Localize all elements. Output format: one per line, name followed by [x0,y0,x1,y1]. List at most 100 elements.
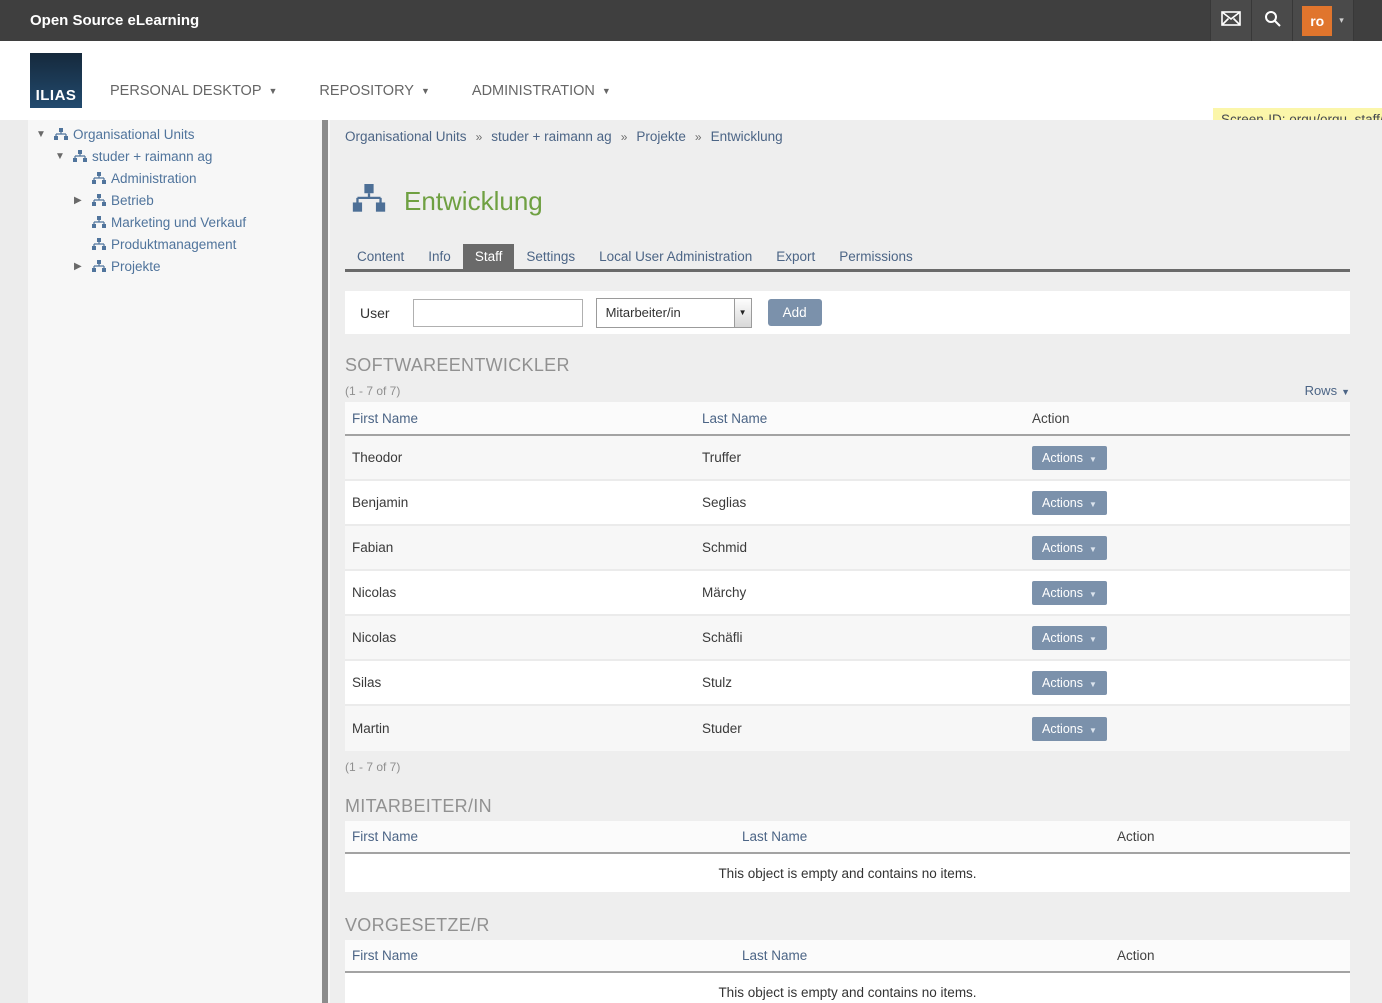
vorgesetzte-table: First Name Last Name Action This object … [345,940,1350,1003]
sidebar-tree-panel: ▼ Organisational Units ▼ studer + raiman… [0,120,330,1003]
actions-button[interactable]: Actions▼ [1032,671,1107,695]
sort-last-name[interactable]: Last Name [735,948,1110,963]
chevron-down-icon: ▼ [1089,545,1097,554]
orgunit-icon-large [352,184,386,219]
first-name-cell: Benjamin [345,495,695,510]
column-action: Action [1025,411,1350,426]
tab-local-user-administration[interactable]: Local User Administration [587,244,764,269]
sidebar-scrollbar[interactable] [322,120,328,1003]
expand-icon[interactable]: ▶ [74,195,88,206]
nav-repository[interactable]: REPOSITORY ▼ [319,83,429,99]
tree-item-organisational-units[interactable]: ▼ Organisational Units [0,123,330,145]
orgunit-icon [54,128,68,141]
orgunit-icon [92,216,106,229]
actions-button[interactable]: Actions▼ [1032,536,1107,560]
last-name-cell: Seglias [695,495,1025,510]
main-area: ▼ Organisational Units ▼ studer + raiman… [0,120,1382,1003]
table-row: Theodor Truffer Actions▼ [345,436,1350,481]
search-button[interactable] [1251,0,1292,41]
tab-export[interactable]: Export [764,244,827,269]
first-name-cell: Nicolas [345,630,695,645]
main-nav: PERSONAL DESKTOP ▼ REPOSITORY ▼ ADMINIST… [110,83,611,99]
collapse-icon[interactable]: ▼ [36,129,50,140]
orgunit-icon [92,172,106,185]
content-area: Organisational Units » studer + raimann … [330,120,1382,1003]
avatar: ro [1302,6,1332,36]
actions-button[interactable]: Actions▼ [1032,626,1107,650]
empty-state-message: This object is empty and contains no ite… [345,854,1350,892]
chevron-down-icon: ▼ [734,299,751,327]
chevron-down-icon: ▼ [421,86,430,96]
ilias-logo[interactable]: ILIAS [30,53,82,108]
tree-item-projekte[interactable]: ▶ Projekte [0,255,330,277]
table-row: Nicolas Schäfli Actions▼ [345,616,1350,661]
tab-bar: Content Info Staff Settings Local User A… [345,244,1350,272]
expand-icon[interactable]: ▶ [74,261,88,272]
main-header: ILIAS PERSONAL DESKTOP ▼ REPOSITORY ▼ AD… [0,41,1382,120]
chevron-down-icon: ▼ [1089,635,1097,644]
orgunit-icon [73,150,87,163]
top-bar: Open Source eLearning ro ▾ [0,0,1382,41]
chevron-down-icon: ▾ [1339,15,1344,26]
first-name-cell: Nicolas [345,585,695,600]
sort-first-name[interactable]: First Name [345,948,735,963]
nav-personal-desktop[interactable]: PERSONAL DESKTOP ▼ [110,83,277,99]
actions-button[interactable]: Actions▼ [1032,446,1107,470]
nav-administration[interactable]: ADMINISTRATION ▼ [472,83,611,99]
chevron-down-icon: ▼ [1089,500,1097,509]
tab-permissions[interactable]: Permissions [827,244,925,269]
tree-item-marketing-und-verkauf[interactable]: Marketing und Verkauf [0,211,330,233]
first-name-cell: Theodor [345,450,695,465]
tab-content[interactable]: Content [345,244,416,269]
tab-settings[interactable]: Settings [514,244,587,269]
tree-item-produktmanagement[interactable]: Produktmanagement [0,233,330,255]
mitarbeiter-table: First Name Last Name Action This object … [345,821,1350,892]
sort-first-name[interactable]: First Name [345,829,735,844]
first-name-cell: Silas [345,675,695,690]
orgunit-icon [92,238,106,251]
app-title: Open Source eLearning [30,12,199,29]
last-name-cell: Schmid [695,540,1025,555]
sort-last-name[interactable]: Last Name [735,829,1110,844]
tab-info[interactable]: Info [416,244,463,269]
tree-item-studer-raimann[interactable]: ▼ studer + raimann ag [0,145,330,167]
breadcrumb-link[interactable]: Entwicklung [711,129,783,144]
collapse-icon[interactable]: ▼ [55,151,69,162]
chevron-down-icon: ▼ [1341,387,1350,397]
first-name-cell: Martin [345,721,695,736]
orgunit-icon [92,194,106,207]
actions-button[interactable]: Actions▼ [1032,717,1107,741]
user-menu[interactable]: ro ▾ [1292,0,1354,41]
table-row: Martin Studer Actions▼ [345,706,1350,751]
tab-staff[interactable]: Staff [463,244,515,269]
breadcrumb-link[interactable]: studer + raimann ag [491,129,611,144]
breadcrumb-link[interactable]: Projekte [636,129,686,144]
actions-button[interactable]: Actions▼ [1032,581,1107,605]
pagination-range-bottom: (1 - 7 of 7) [345,760,1350,774]
role-select[interactable]: Mitarbeiter/in ▼ [596,298,752,328]
last-name-cell: Märchy [695,585,1025,600]
pagination-range: (1 - 7 of 7) [345,384,400,398]
add-button[interactable]: Add [768,299,822,326]
sort-last-name[interactable]: Last Name [695,411,1025,426]
chevron-down-icon: ▼ [1089,726,1097,735]
table-row: Nicolas Märchy Actions▼ [345,571,1350,616]
last-name-cell: Stulz [695,675,1025,690]
column-action: Action [1110,948,1350,963]
empty-state-message: This object is empty and contains no ite… [345,973,1350,1003]
breadcrumb-link[interactable]: Organisational Units [345,129,467,144]
mail-button[interactable] [1210,0,1251,41]
last-name-cell: Truffer [695,450,1025,465]
vorgesetzte-table-header: First Name Last Name Action [345,940,1350,973]
add-user-form: User Mitarbeiter/in ▼ Add [345,291,1350,334]
tree-item-betrieb[interactable]: ▶ Betrieb [0,189,330,211]
sort-first-name[interactable]: First Name [345,411,695,426]
role-select-value: Mitarbeiter/in [597,305,734,320]
tree-item-administration[interactable]: Administration [0,167,330,189]
actions-button[interactable]: Actions▼ [1032,491,1107,515]
user-input[interactable] [413,299,583,327]
chevron-down-icon: ▼ [1089,455,1097,464]
chevron-down-icon: ▼ [269,86,278,96]
staff-table-header: First Name Last Name Action [345,402,1350,436]
rows-dropdown[interactable]: Rows▼ [1305,383,1350,398]
